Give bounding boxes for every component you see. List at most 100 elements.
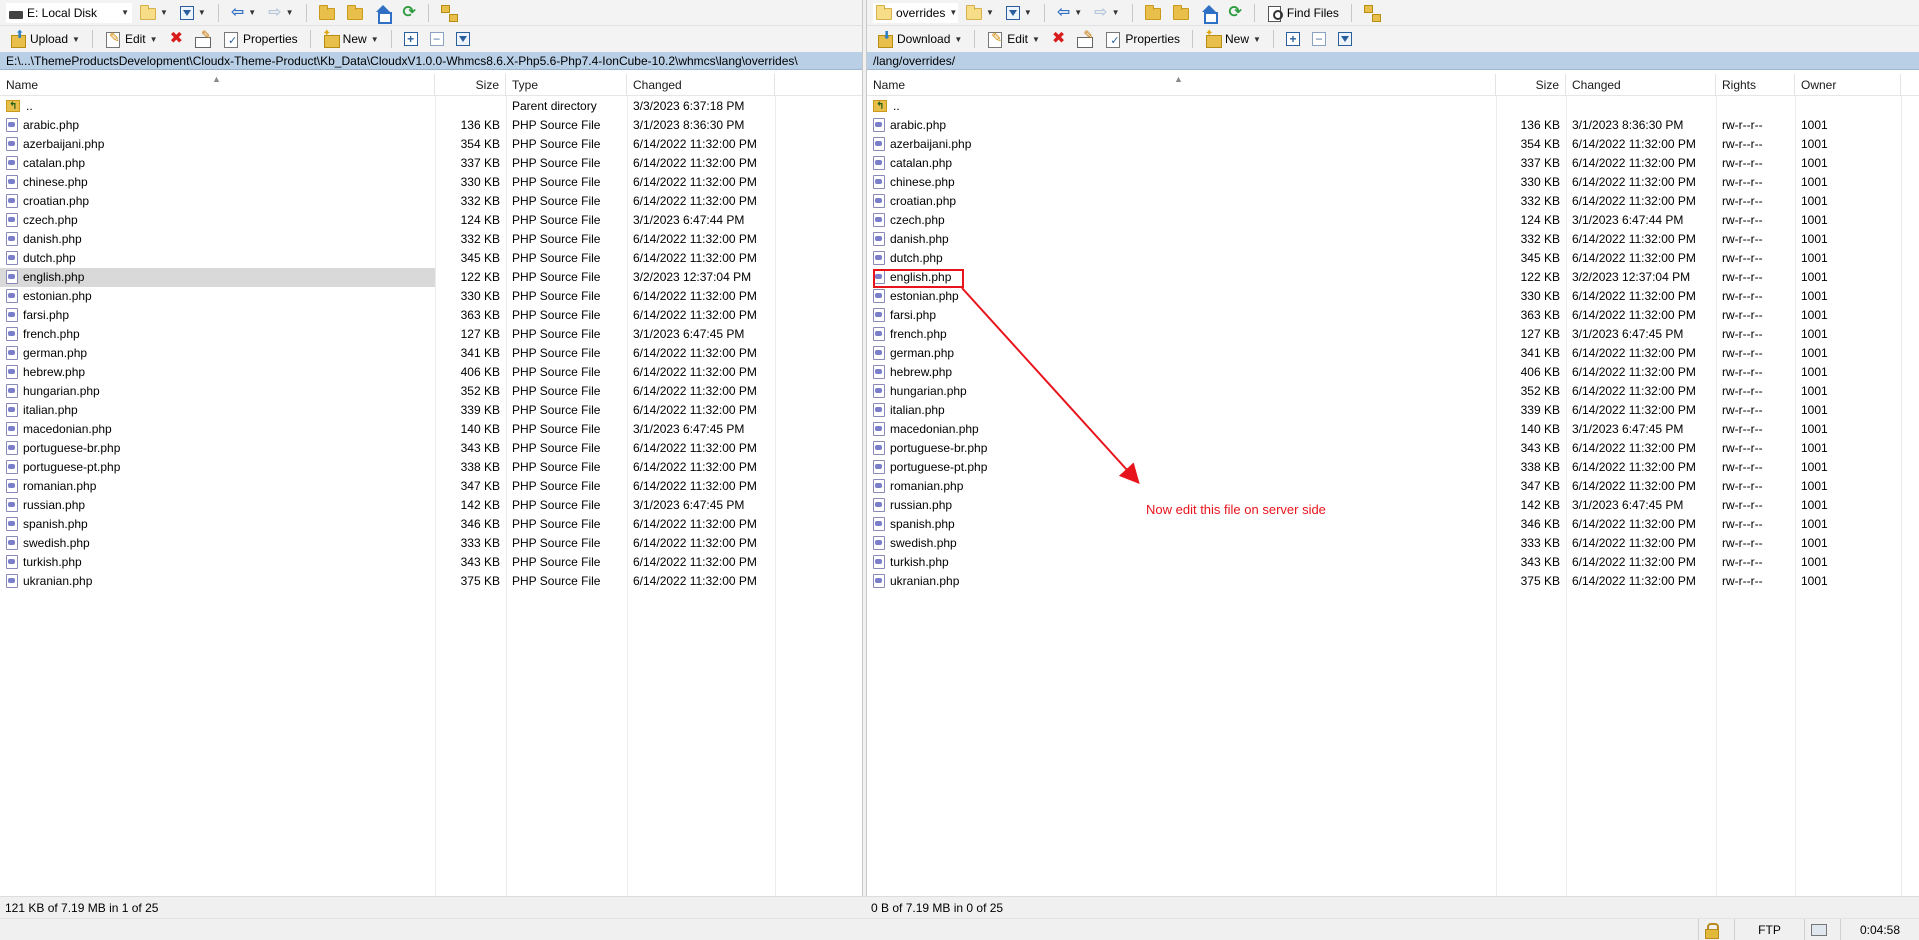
file-row[interactable]: macedonian.php 140 KB PHP Source File 3/1/2…: [0, 420, 864, 439]
column-size[interactable]: Size: [435, 74, 506, 96]
filter-button[interactable]: ▼: [176, 2, 210, 24]
file-row[interactable]: hungarian.php 352 KB 6/14/2022 11:32:00 PM…: [867, 382, 1919, 401]
file-row[interactable]: danish.php 332 KB 6/14/2022 11:32:00 PM rw-…: [867, 230, 1919, 249]
new-button[interactable]: New▼: [319, 28, 383, 50]
file-row[interactable]: italian.php 339 KB 6/14/2022 11:32:00 PM rw…: [867, 401, 1919, 420]
file-row[interactable]: chinese.php 330 KB 6/14/2022 11:32:00 PM rw…: [867, 173, 1919, 192]
file-row[interactable]: farsi.php 363 KB 6/14/2022 11:32:00 PM rw-r…: [867, 306, 1919, 325]
file-row[interactable]: ukranian.php 375 KB PHP Source File 6/14/20…: [0, 572, 864, 591]
file-row[interactable]: turkish.php 343 KB 6/14/2022 11:32:00 PM rw…: [867, 553, 1919, 572]
parent-directory-button[interactable]: [1141, 2, 1165, 24]
file-row[interactable]: spanish.php 346 KB PHP Source File 6/14/202…: [0, 515, 864, 534]
file-row[interactable]: swedish.php 333 KB 6/14/2022 11:32:00 PM rw…: [867, 534, 1919, 553]
rename-button[interactable]: [191, 28, 215, 50]
open-directory-button[interactable]: ▼: [136, 2, 172, 24]
column-name[interactable]: Name ▲: [0, 74, 435, 96]
forward-button[interactable]: ⇨ ▼: [264, 2, 297, 24]
parent-directory-row[interactable]: .. Parent directory 3/3/2023 6:37:18 PM: [0, 97, 864, 116]
file-row[interactable]: russian.php 142 KB PHP Source File 3/1/2023…: [0, 496, 864, 515]
file-row[interactable]: estonian.php 330 KB PHP Source File 6/14/20…: [0, 287, 864, 306]
new-button[interactable]: New▼: [1201, 28, 1265, 50]
back-button[interactable]: ⇦ ▼: [1053, 2, 1086, 24]
open-directory-button[interactable]: ▼: [962, 2, 998, 24]
file-row[interactable]: czech.php 124 KB 3/1/2023 6:47:44 PM rw-r--…: [867, 211, 1919, 230]
column-type[interactable]: Type: [506, 74, 627, 96]
file-row[interactable]: estonian.php 330 KB 6/14/2022 11:32:00 PM r…: [867, 287, 1919, 306]
file-row[interactable]: portuguese-pt.php 338 KB 6/14/2022 11:32:0…: [867, 458, 1919, 477]
home-button[interactable]: [1197, 2, 1221, 24]
file-row[interactable]: german.php 341 KB 6/14/2022 11:32:00 PM rw-…: [867, 344, 1919, 363]
file-row[interactable]: romanian.php 347 KB PHP Source File 6/14/20…: [0, 477, 864, 496]
column-name[interactable]: Name ▲: [867, 74, 1496, 96]
select-button[interactable]: +: [1282, 28, 1304, 50]
properties-button[interactable]: Properties: [219, 28, 302, 50]
filter-select-button[interactable]: [1334, 28, 1356, 50]
edit-button[interactable]: Edit▼: [983, 28, 1044, 50]
file-row[interactable]: turkish.php 343 KB PHP Source File 6/14/202…: [0, 553, 864, 572]
file-row[interactable]: catalan.php 337 KB PHP Source File 6/14/202…: [0, 154, 864, 173]
remote-directory-dropdown[interactable]: overrides ▼: [873, 2, 958, 23]
file-row[interactable]: german.php 341 KB PHP Source File 6/14/2022…: [0, 344, 864, 363]
rename-button[interactable]: [1073, 28, 1097, 50]
file-row[interactable]: catalan.php 337 KB 6/14/2022 11:32:00 PM rw…: [867, 154, 1919, 173]
column-changed[interactable]: Changed: [627, 74, 775, 96]
remote-path-bar[interactable]: /lang/overrides/: [867, 52, 1919, 70]
file-row[interactable]: portuguese-br.php 343 KB 6/14/2022 11:32:0…: [867, 439, 1919, 458]
file-row[interactable]: hungarian.php 352 KB PHP Source File 6/14/2…: [0, 382, 864, 401]
upload-button[interactable]: Upload▼: [6, 28, 84, 50]
connection-indicator[interactable]: [1804, 919, 1840, 940]
parent-directory-row[interactable]: ..: [867, 97, 1919, 116]
filter-button[interactable]: ▼: [1002, 2, 1036, 24]
file-row[interactable]: hebrew.php 406 KB PHP Source File 6/14/2022…: [0, 363, 864, 382]
file-row[interactable]: croatian.php 332 KB 6/14/2022 11:32:00 PM r…: [867, 192, 1919, 211]
column-changed[interactable]: Changed: [1566, 74, 1716, 96]
encryption-indicator[interactable]: [1698, 919, 1734, 940]
file-row[interactable]: french.php 127 KB PHP Source File 3/1/2023 …: [0, 325, 864, 344]
file-row[interactable]: portuguese-pt.php 338 KB PHP Source File 6/…: [0, 458, 864, 477]
local-path-bar[interactable]: E:\...\ThemeProductsDevelopment\Cloudx-T…: [0, 52, 864, 70]
file-row[interactable]: arabic.php 136 KB PHP Source File 3/1/2023 …: [0, 116, 864, 135]
file-row[interactable]: dutch.php 345 KB PHP Source File 6/14/2022 …: [0, 249, 864, 268]
parent-directory-button[interactable]: [315, 2, 339, 24]
file-row[interactable]: italian.php 339 KB PHP Source File 6/14/202…: [0, 401, 864, 420]
file-row[interactable]: english.php 122 KB PHP Source File 3/2/2023…: [0, 268, 864, 287]
home-button[interactable]: [371, 2, 395, 24]
file-row[interactable]: hebrew.php 406 KB 6/14/2022 11:32:00 PM rw-…: [867, 363, 1919, 382]
file-row[interactable]: chinese.php 330 KB PHP Source File 6/14/202…: [0, 173, 864, 192]
forward-button[interactable]: ⇨ ▼: [1090, 2, 1123, 24]
refresh-button[interactable]: ⟳: [1225, 2, 1246, 24]
unselect-button[interactable]: −: [426, 28, 448, 50]
refresh-button[interactable]: ⟳: [399, 2, 420, 24]
file-row[interactable]: czech.php 124 KB PHP Source File 3/1/2023 6…: [0, 211, 864, 230]
delete-button[interactable]: ✖: [1048, 28, 1069, 50]
select-button[interactable]: +: [400, 28, 422, 50]
file-row[interactable]: danish.php 332 KB PHP Source File 6/14/2022…: [0, 230, 864, 249]
file-row[interactable]: english.php 122 KB 3/2/2023 12:37:04 PM rw-…: [867, 268, 1919, 287]
tree-toggle-button[interactable]: [1360, 2, 1384, 24]
edit-button[interactable]: Edit▼: [101, 28, 162, 50]
filter-select-button[interactable]: [452, 28, 474, 50]
unselect-button[interactable]: −: [1308, 28, 1330, 50]
file-row[interactable]: azerbaijani.php 354 KB 6/14/2022 11:32:00 …: [867, 135, 1919, 154]
back-button[interactable]: ⇦ ▼: [227, 2, 260, 24]
delete-button[interactable]: ✖: [166, 28, 187, 50]
file-row[interactable]: dutch.php 345 KB 6/14/2022 11:32:00 PM rw-r…: [867, 249, 1919, 268]
file-row[interactable]: french.php 127 KB 3/1/2023 6:47:45 PM rw-r-…: [867, 325, 1919, 344]
column-owner[interactable]: Owner: [1795, 74, 1901, 96]
drive-dropdown[interactable]: E: Local Disk ▼: [6, 2, 132, 23]
find-files-button[interactable]: Find Files: [1263, 2, 1343, 24]
root-directory-button[interactable]: [343, 2, 367, 24]
file-row[interactable]: russian.php 142 KB 3/1/2023 6:47:45 PM rw-r…: [867, 496, 1919, 515]
file-row[interactable]: macedonian.php 140 KB 3/1/2023 6:47:45 PM r…: [867, 420, 1919, 439]
column-rights[interactable]: Rights: [1716, 74, 1795, 96]
tree-toggle-button[interactable]: [437, 2, 461, 24]
file-row[interactable]: swedish.php 333 KB PHP Source File 6/14/202…: [0, 534, 864, 553]
file-row[interactable]: croatian.php 332 KB PHP Source File 6/14/20…: [0, 192, 864, 211]
file-row[interactable]: spanish.php 346 KB 6/14/2022 11:32:00 PM rw…: [867, 515, 1919, 534]
file-row[interactable]: romanian.php 347 KB 6/14/2022 11:32:00 PM r…: [867, 477, 1919, 496]
file-row[interactable]: portuguese-br.php 343 KB PHP Source File 6/…: [0, 439, 864, 458]
root-directory-button[interactable]: [1169, 2, 1193, 24]
file-row[interactable]: arabic.php 136 KB 3/1/2023 8:36:30 PM rw-r-…: [867, 116, 1919, 135]
download-button[interactable]: Download▼: [873, 28, 966, 50]
file-row[interactable]: farsi.php 363 KB PHP Source File 6/14/2022 …: [0, 306, 864, 325]
